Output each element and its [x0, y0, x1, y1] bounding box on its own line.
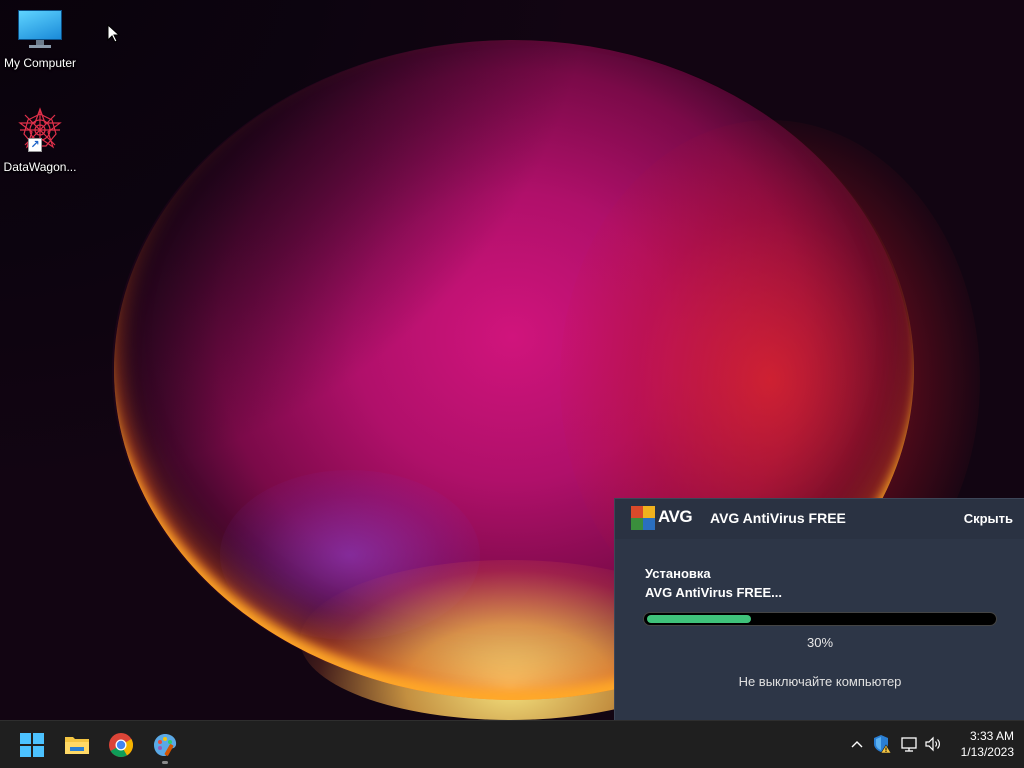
clock-time: 3:33 AM — [969, 729, 1014, 743]
avg-logo-text: AVG — [658, 507, 693, 526]
taskbar-paint[interactable] — [147, 727, 183, 764]
desktop-icon-label: My Computer — [3, 56, 77, 70]
network-icon — [901, 737, 917, 752]
paint-icon — [154, 734, 177, 756]
avg-dialog-title: AVG AntiVirus FREE — [710, 510, 846, 526]
defender-shield-warning-icon — [874, 735, 892, 754]
desktop-icon-label: DataWagon... — [3, 160, 77, 174]
show-hidden-icons-button[interactable] — [846, 733, 868, 755]
chrome-icon — [109, 733, 134, 758]
taskbar-chrome[interactable] — [103, 727, 139, 763]
taskbar-clock[interactable]: 3:33 AM 1/13/2023 — [948, 728, 1014, 760]
mouse-cursor-icon — [107, 24, 121, 43]
shortcut-arrow-icon: ↗ — [28, 138, 42, 152]
desktop: My Computer ↗ DataWagon... AVG AVG AntiV… — [0, 0, 1024, 720]
folder-icon — [65, 737, 89, 754]
avg-flag-icon — [631, 506, 655, 530]
do-not-shutdown-warning: Не выключайте компьютер — [738, 674, 902, 689]
avg-logo: AVG — [631, 506, 693, 532]
clock-date: 1/13/2023 — [960, 745, 1014, 759]
start-button[interactable] — [14, 727, 50, 763]
install-progress-fill — [647, 615, 751, 623]
tray-network[interactable] — [898, 733, 920, 755]
taskbar-file-explorer[interactable] — [59, 727, 95, 763]
tray-defender[interactable] — [871, 733, 893, 755]
tray-volume[interactable] — [922, 733, 944, 755]
install-progress-bar — [643, 612, 997, 626]
avg-header: AVG AVG AntiVirus FREE Скрыть — [615, 499, 1024, 539]
taskbar: 3:33 AM 1/13/2023 — [0, 720, 1024, 768]
chevron-up-icon — [851, 741, 863, 748]
datawagon-star-icon: ↗ — [16, 106, 64, 154]
desktop-icon-datawagon[interactable]: ↗ DataWagon... — [0, 106, 80, 174]
install-product-label: AVG AntiVirus FREE... — [645, 585, 783, 600]
hide-button[interactable]: Скрыть — [964, 511, 1013, 526]
install-status-label: Установка — [645, 566, 711, 581]
monitor-icon — [18, 10, 62, 50]
windows-logo-icon — [20, 733, 44, 757]
install-progress-percent: 30% — [806, 635, 834, 650]
volume-icon — [925, 736, 940, 752]
running-indicator — [162, 761, 168, 764]
avg-install-dialog: AVG AVG AntiVirus FREE Скрыть Установка … — [614, 498, 1024, 720]
desktop-icon-my-computer[interactable]: My Computer — [0, 10, 80, 70]
